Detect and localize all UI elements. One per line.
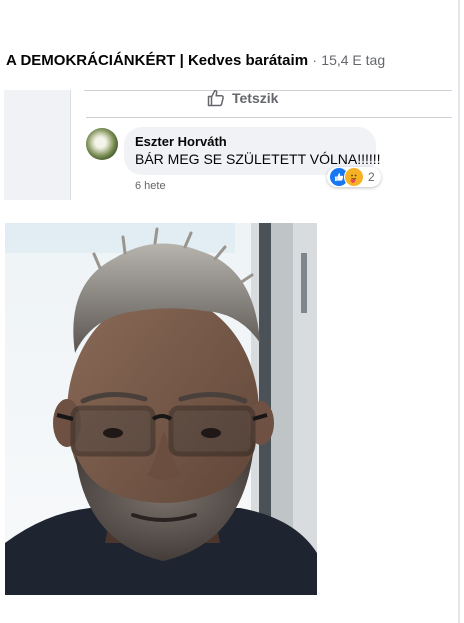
thumbs-up-icon — [207, 89, 224, 107]
comment-author[interactable]: Eszter Horváth — [135, 134, 227, 149]
avatar[interactable] — [86, 128, 118, 160]
portrait-image — [5, 223, 317, 595]
like-button[interactable]: Tetszik — [206, 88, 278, 108]
comments-divider — [86, 117, 452, 118]
member-count: 15,4 E tag — [321, 52, 386, 68]
reaction-count: 2 — [368, 170, 375, 184]
group-header: A DEMOKRÁCIÁNKÉRT | Kedves barátaim · 15… — [6, 52, 385, 70]
card-divider — [70, 90, 71, 200]
comment-text: BÁR MEG SE SZÜLETETT VÓLNA!!!!!! — [135, 151, 381, 167]
window-edge — [458, 0, 460, 623]
care-icon — [344, 167, 364, 187]
like-glyph-icon — [335, 173, 344, 181]
card-left-panel — [4, 90, 70, 200]
shared-photo[interactable] — [5, 223, 317, 595]
comment-timestamp[interactable]: 6 hete — [135, 180, 166, 192]
like-label: Tetszik — [232, 90, 279, 106]
reaction-summary[interactable]: 2 — [327, 167, 381, 187]
header-separator: · — [312, 53, 317, 68]
group-name[interactable]: A DEMOKRÁCIÁNKÉRT | Kedves barátaim — [6, 52, 308, 69]
care-face-icon — [350, 174, 357, 184]
